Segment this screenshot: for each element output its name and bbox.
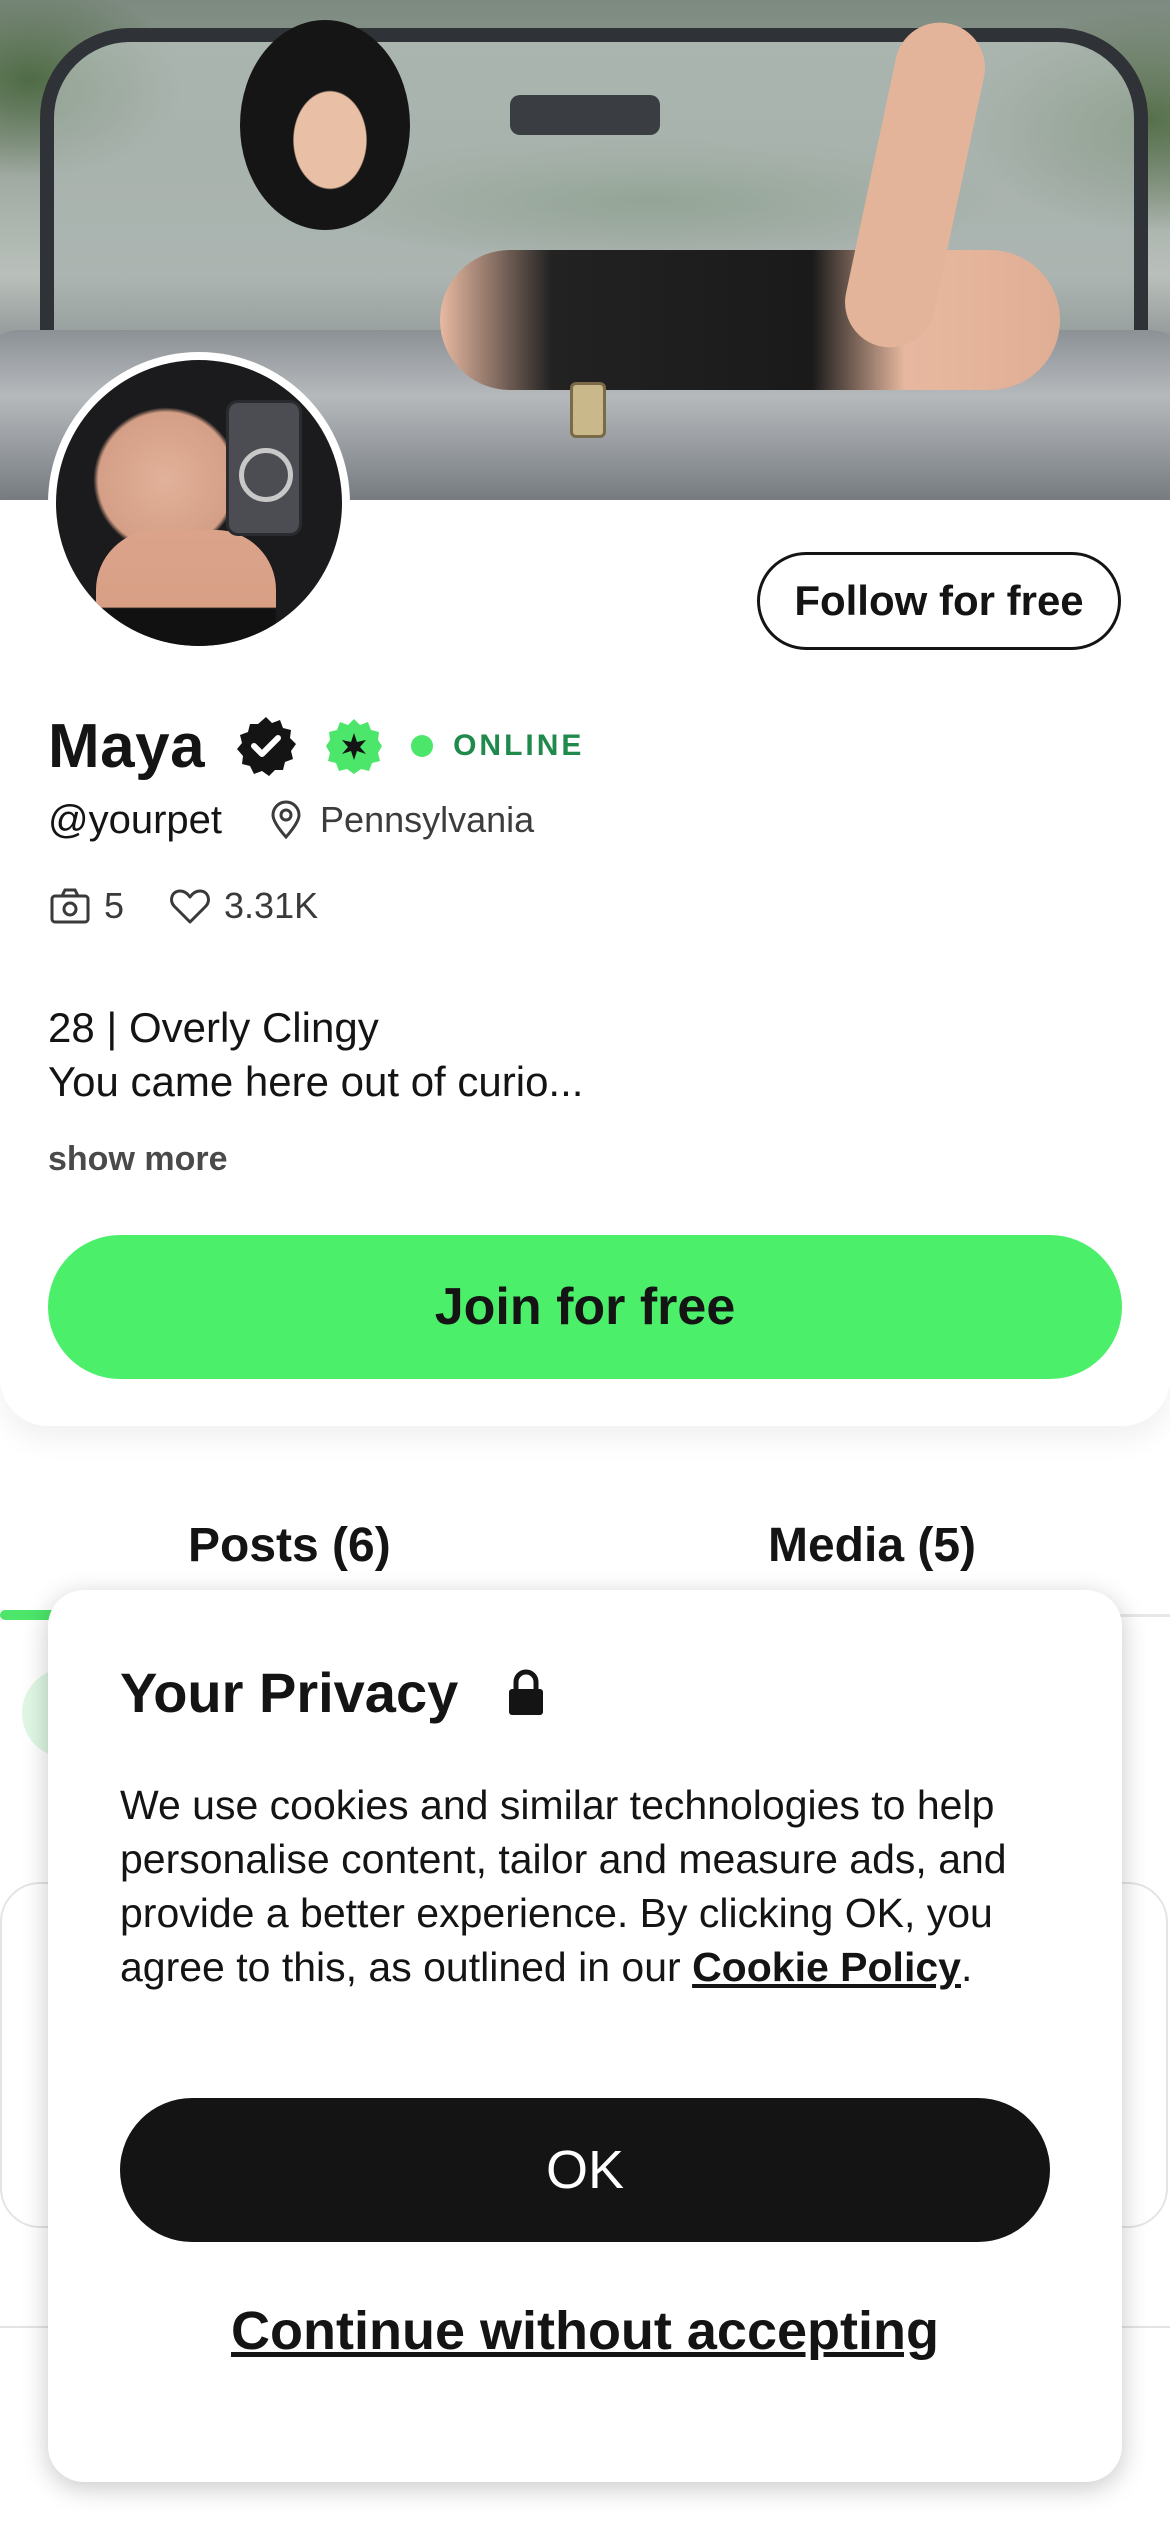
profile-location: Pennsylvania: [320, 799, 535, 840]
cover-figure: [440, 250, 1060, 390]
avatar-figure: [96, 530, 276, 646]
privacy-title-row: Your Privacy: [120, 1660, 546, 1725]
privacy-title: Your Privacy: [120, 1661, 459, 1724]
heart-icon: [168, 884, 212, 928]
profile-handle: @yourpet: [48, 797, 223, 842]
privacy-dialog: Your Privacy We use cookies and similar …: [48, 1590, 1122, 2482]
avatar-phone: [226, 400, 302, 536]
name-row: Maya ONLINE: [48, 706, 584, 786]
follow-button[interactable]: Follow for free: [757, 552, 1121, 650]
verified-badge-icon: [235, 715, 297, 777]
continue-without-accepting-link[interactable]: Continue without accepting: [48, 2300, 1122, 2362]
lock-icon: [506, 1669, 546, 1717]
cover-figure-head: [240, 20, 410, 230]
handle-row: @yourpet Pennsylvania: [48, 790, 534, 850]
likes-count: 3.31K: [224, 885, 319, 926]
profile-name: Maya: [48, 711, 206, 781]
cookie-policy-link[interactable]: Cookie Policy: [692, 1944, 961, 1990]
stats-row: 5 3.31K: [48, 876, 318, 936]
show-more-link[interactable]: show more: [48, 1140, 227, 1179]
online-indicator: [411, 735, 434, 757]
green-star-badge-icon: [325, 717, 383, 775]
ok-button[interactable]: OK: [120, 2098, 1050, 2242]
cover-mirror: [510, 95, 660, 135]
camera-icon: [48, 884, 92, 928]
media-count: 5: [104, 885, 125, 926]
map-pin-icon: [266, 800, 306, 840]
join-button[interactable]: Join for free: [48, 1235, 1122, 1379]
avatar[interactable]: [48, 352, 350, 654]
privacy-body-end: .: [960, 1944, 973, 1990]
tab-media[interactable]: Media (5): [768, 1518, 976, 1573]
privacy-body: We use cookies and similar technologies …: [120, 1778, 1060, 1994]
tab-posts[interactable]: Posts (6): [188, 1518, 391, 1573]
bio-line-1: 28 | Overly Clingy: [48, 1004, 379, 1051]
avatar-image: [56, 360, 342, 646]
online-status: ONLINE: [453, 729, 585, 762]
hood-ornament: [570, 382, 606, 438]
bio-line-2: You came here out of curio...: [48, 1058, 584, 1105]
